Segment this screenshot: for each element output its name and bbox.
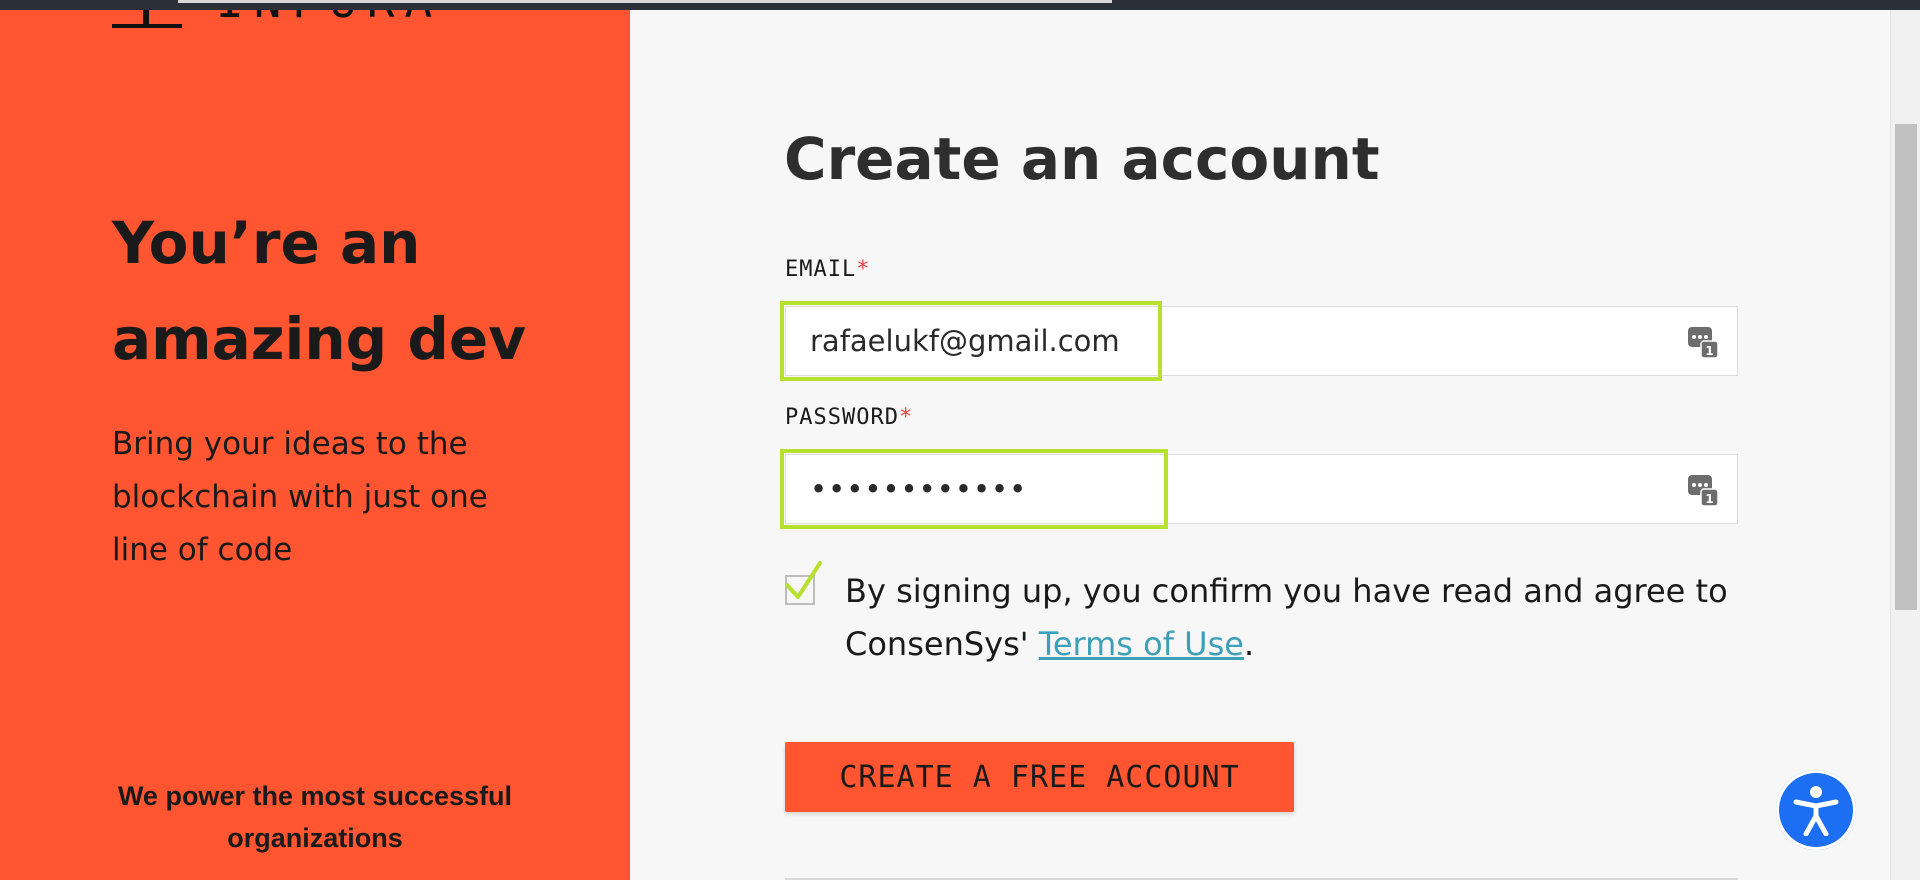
email-field-value[interactable]: rafaelukf@gmail.com <box>810 307 1120 375</box>
terms-consent-suffix: . <box>1243 625 1255 663</box>
hero-headline-line-2: amazing dev <box>112 305 527 373</box>
checkmark-icon <box>785 561 822 599</box>
hero-subtext: Bring your ideas to the blockchain with … <box>112 418 552 577</box>
scrollbar-thumb[interactable] <box>1895 124 1917 610</box>
password-manager-icon[interactable]: 1 <box>1687 473 1719 507</box>
password-required-mark: * <box>898 405 914 430</box>
password-manager-icon[interactable]: 1 <box>1687 325 1719 359</box>
hero-subtext-line-1: Bring your ideas to the <box>112 426 468 462</box>
browser-top-bar <box>0 0 1920 10</box>
brand-panel: INFURA You’re an amazing dev Bring your … <box>0 10 630 880</box>
infura-logo-text: INFURA <box>216 10 442 28</box>
page-title: Create an account <box>784 125 1380 193</box>
hero-subtext-line-3: line of code <box>112 532 293 568</box>
page-scrollbar[interactable] <box>1890 10 1920 880</box>
terms-consent-prefix: ConsenSys' <box>845 625 1039 663</box>
customers-heading-line-1: We power the most successful <box>117 781 513 811</box>
email-field[interactable]: rafaelukf@gmail.com 1 <box>780 301 1738 381</box>
terms-consent-text: By signing up, you confirm you have read… <box>845 565 1745 671</box>
create-account-button[interactable]: CREATE A FREE ACCOUNT <box>785 742 1294 812</box>
hero-headline: You’re an amazing dev <box>112 195 592 387</box>
infura-logo-mark <box>112 10 182 28</box>
svg-text:1: 1 <box>1705 492 1713 506</box>
customers-heading-line-2: organizations <box>227 823 403 853</box>
hero-headline-line-1: You’re an <box>112 209 421 277</box>
customers-heading: We power the most successful organizatio… <box>100 775 530 859</box>
hero-subtext-line-2: blockchain with just one <box>112 479 488 515</box>
email-label-text: EMAIL <box>785 257 857 282</box>
terms-consent-line-1: By signing up, you confirm you have read… <box>845 572 1728 610</box>
signup-form-panel: Create an account EMAIL* rafaelukf@gmail… <box>630 10 1890 880</box>
browser-tab-strip <box>178 0 1112 3</box>
accessibility-button[interactable] <box>1776 770 1856 850</box>
password-label: PASSWORD* <box>785 405 913 430</box>
email-label: EMAIL* <box>785 257 870 282</box>
svg-text:1: 1 <box>1705 344 1713 358</box>
password-field[interactable]: •••••••••••• 1 <box>780 449 1738 529</box>
email-required-mark: * <box>856 257 871 282</box>
accessibility-icon <box>1793 786 1839 836</box>
password-field-value[interactable]: •••••••••••• <box>810 455 1027 523</box>
password-label-text: PASSWORD <box>785 405 899 430</box>
terms-consent-line-2: ConsenSys' Terms of Use. <box>845 618 1745 671</box>
terms-of-use-link[interactable]: Terms of Use <box>1039 625 1244 663</box>
